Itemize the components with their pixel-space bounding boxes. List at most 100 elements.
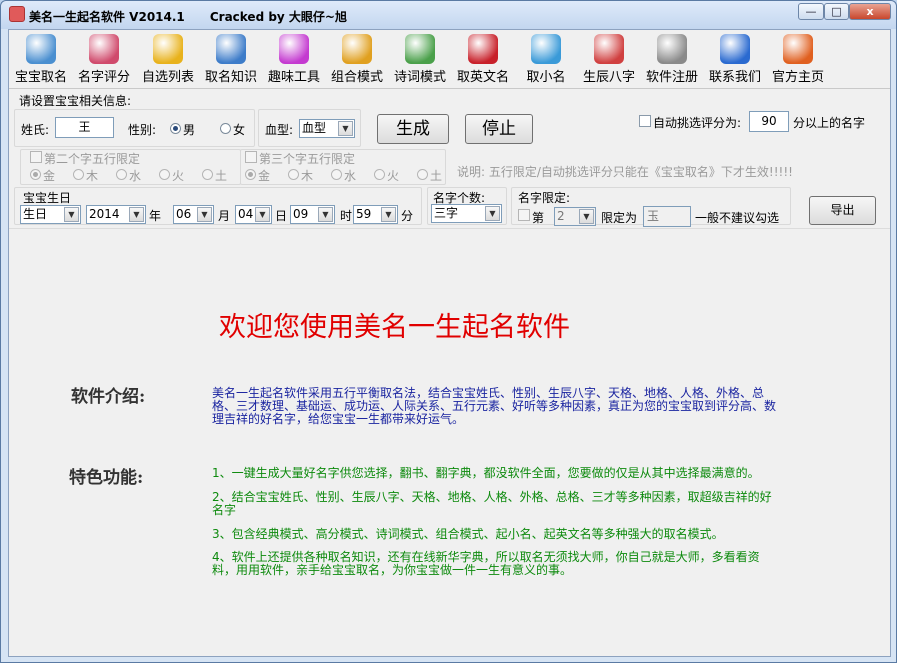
feature-item: 3、包含经典模式、高分模式、诗词模式、组合模式、起小名、起英文名等多种强大的取名… xyxy=(212,527,724,541)
blood-value: 血型 xyxy=(302,121,327,135)
toolbar-button-label: 取英文名 xyxy=(456,70,509,85)
gender-label: 性别: xyxy=(128,123,157,137)
toolbar-button-label: 软件注册 xyxy=(645,70,698,85)
welcome-title: 欢迎您使用美名一生起名软件 xyxy=(219,312,570,343)
feature-item: 2、结合宝宝姓氏、性别、生辰八字、天格、地格、人格、外格、总格、三才等多种因素，… xyxy=(212,490,772,517)
toolbar-button[interactable]: 宝宝取名 xyxy=(10,32,72,88)
calendar-select[interactable]: 生日 ▼ xyxy=(20,205,81,224)
hour-unit: 时 xyxy=(340,209,353,223)
male-radio[interactable] xyxy=(170,123,181,134)
toolbar-button[interactable]: 趣味工具 xyxy=(263,32,325,88)
limit-as-label: 限定为 xyxy=(601,211,638,225)
element-radio[interactable] xyxy=(159,169,170,180)
chevron-down-icon: ▼ xyxy=(318,207,333,222)
calendar-value: 生日 xyxy=(23,207,48,221)
note-text: 说明: 五行限定/自动挑选评分只能在《宝宝取名》下才生效!!!!! xyxy=(457,165,793,179)
day-unit: 日 xyxy=(275,209,288,223)
toolbar-button[interactable]: 名字评分 xyxy=(73,32,135,88)
toolbar-button[interactable]: 取小名 xyxy=(515,32,577,88)
toolbar-button[interactable]: 取名知识 xyxy=(200,32,262,88)
chevron-down-icon: ▼ xyxy=(579,209,594,224)
element-label: 木 xyxy=(301,169,314,183)
key-icon xyxy=(657,34,687,64)
element-label: 水 xyxy=(129,169,142,183)
export-button[interactable]: 导出 xyxy=(809,196,876,225)
toolbar-button[interactable]: 诗词模式 xyxy=(389,32,451,88)
hour-select[interactable]: 09 ▼ xyxy=(290,205,335,224)
month-select[interactable]: 06 ▼ xyxy=(173,205,214,224)
magnifier-icon xyxy=(342,34,372,64)
element-radio[interactable] xyxy=(202,169,213,180)
puzzle-icon xyxy=(531,34,561,64)
toolbar-button-label: 宝宝取名 xyxy=(14,70,67,85)
limit-hint: 一般不建议勾选 xyxy=(695,211,780,225)
feature-item: 1、一键生成大量好名字供您选择，翻书、翻字典，都没软件全面，您要做的仅是从其中选… xyxy=(212,466,760,480)
toolbar-button[interactable]: 联系我们 xyxy=(704,32,766,88)
calendar-icon xyxy=(594,34,624,64)
toolbar-button-label: 自选列表 xyxy=(141,70,194,85)
toolbar-button[interactable]: 自选列表 xyxy=(137,32,199,88)
app-window: 美名一生起名软件 V2014.1 Cracked by 大眼仔~旭 — □ x … xyxy=(0,0,897,663)
element-radio[interactable] xyxy=(116,169,127,180)
name-count-value: 三字 xyxy=(434,206,459,220)
element-radio[interactable] xyxy=(288,169,299,180)
toolbar-button-label: 联系我们 xyxy=(708,70,761,85)
element-label: 金 xyxy=(258,169,271,183)
auto-pick-suffix: 分以上的名字 xyxy=(793,116,866,130)
toolbar-button-label: 官方主页 xyxy=(771,70,824,85)
maximize-button[interactable]: □ xyxy=(824,3,849,20)
toolbar-button[interactable]: 取英文名 xyxy=(452,32,514,88)
year-select[interactable]: 2014 ▼ xyxy=(86,205,146,224)
section-label: 请设置宝宝相关信息: xyxy=(19,94,132,108)
female-radio[interactable] xyxy=(220,123,231,134)
second-char-checkbox[interactable] xyxy=(30,151,42,163)
auto-pick-checkbox[interactable] xyxy=(639,115,651,127)
name-count-select[interactable]: 三字 ▼ xyxy=(431,204,502,223)
birthday-label: 宝宝生日 xyxy=(23,191,72,205)
toolbar-button-label: 组合模式 xyxy=(330,70,383,85)
blood-select[interactable]: 血型 ▼ xyxy=(299,119,355,138)
form-divider xyxy=(9,228,890,229)
notebook-icon xyxy=(216,34,246,64)
element-label: 木 xyxy=(86,169,99,183)
toolbar-button-label: 取名知识 xyxy=(204,70,257,85)
chevron-down-icon: ▼ xyxy=(485,206,500,221)
toolbar-button-label: 生辰八字 xyxy=(582,70,635,85)
star-icon xyxy=(153,34,183,64)
third-char-checkbox[interactable] xyxy=(245,151,257,163)
element-radio[interactable] xyxy=(417,169,428,180)
auto-pick-score-input[interactable]: 90 xyxy=(749,111,789,132)
element-radio[interactable] xyxy=(374,169,385,180)
toolbar-button[interactable]: 生辰八字 xyxy=(578,32,640,88)
toolbar-button[interactable]: 组合模式 xyxy=(326,32,388,88)
close-button[interactable]: x xyxy=(849,3,891,20)
element-radio[interactable] xyxy=(331,169,342,180)
stop-button[interactable]: 停止 xyxy=(465,114,533,144)
generate-button[interactable]: 生成 xyxy=(377,114,449,144)
minimize-button[interactable]: — xyxy=(798,3,824,20)
chevron-down-icon: ▼ xyxy=(338,121,353,136)
element-radio[interactable] xyxy=(30,169,41,180)
window-title: 美名一生起名软件 V2014.1 Cracked by 大眼仔~旭 xyxy=(29,10,347,24)
intro-text: 美名一生起名软件采用五行平衡取名法，结合宝宝姓氏、性别、生辰八字、天格、地格、人… xyxy=(212,386,777,426)
title-bar[interactable]: 美名一生起名软件 V2014.1 Cracked by 大眼仔~旭 — □ x xyxy=(1,1,896,29)
day-select[interactable]: 04 ▼ xyxy=(235,205,272,224)
hour-value: 09 xyxy=(293,207,309,221)
badge-icon xyxy=(89,34,119,64)
element-radio[interactable] xyxy=(73,169,84,180)
toolbar-button[interactable]: 官方主页 xyxy=(767,32,829,88)
female-label: 女 xyxy=(233,123,246,137)
limit-position-select[interactable]: 2 ▼ xyxy=(554,207,596,226)
blood-label: 血型: xyxy=(265,123,294,137)
chevron-down-icon: ▼ xyxy=(255,207,270,222)
toolbar-button-label: 名字评分 xyxy=(77,70,130,85)
toolbar-button[interactable]: 软件注册 xyxy=(641,32,703,88)
name-limit-checkbox[interactable] xyxy=(518,209,530,221)
surname-input[interactable]: 王 xyxy=(55,117,114,138)
auto-pick-label: 自动挑选评分为: xyxy=(653,116,742,130)
element-radio[interactable] xyxy=(245,169,256,180)
feature-item: 4、软件上还提供各种取名知识，还有在线新华字典，所以取名无须找大师，你自己就是大… xyxy=(212,550,760,577)
surname-label: 姓氏: xyxy=(21,123,50,137)
minute-select[interactable]: 59 ▼ xyxy=(353,205,398,224)
limit-char-input[interactable]: 玉 xyxy=(643,206,691,227)
